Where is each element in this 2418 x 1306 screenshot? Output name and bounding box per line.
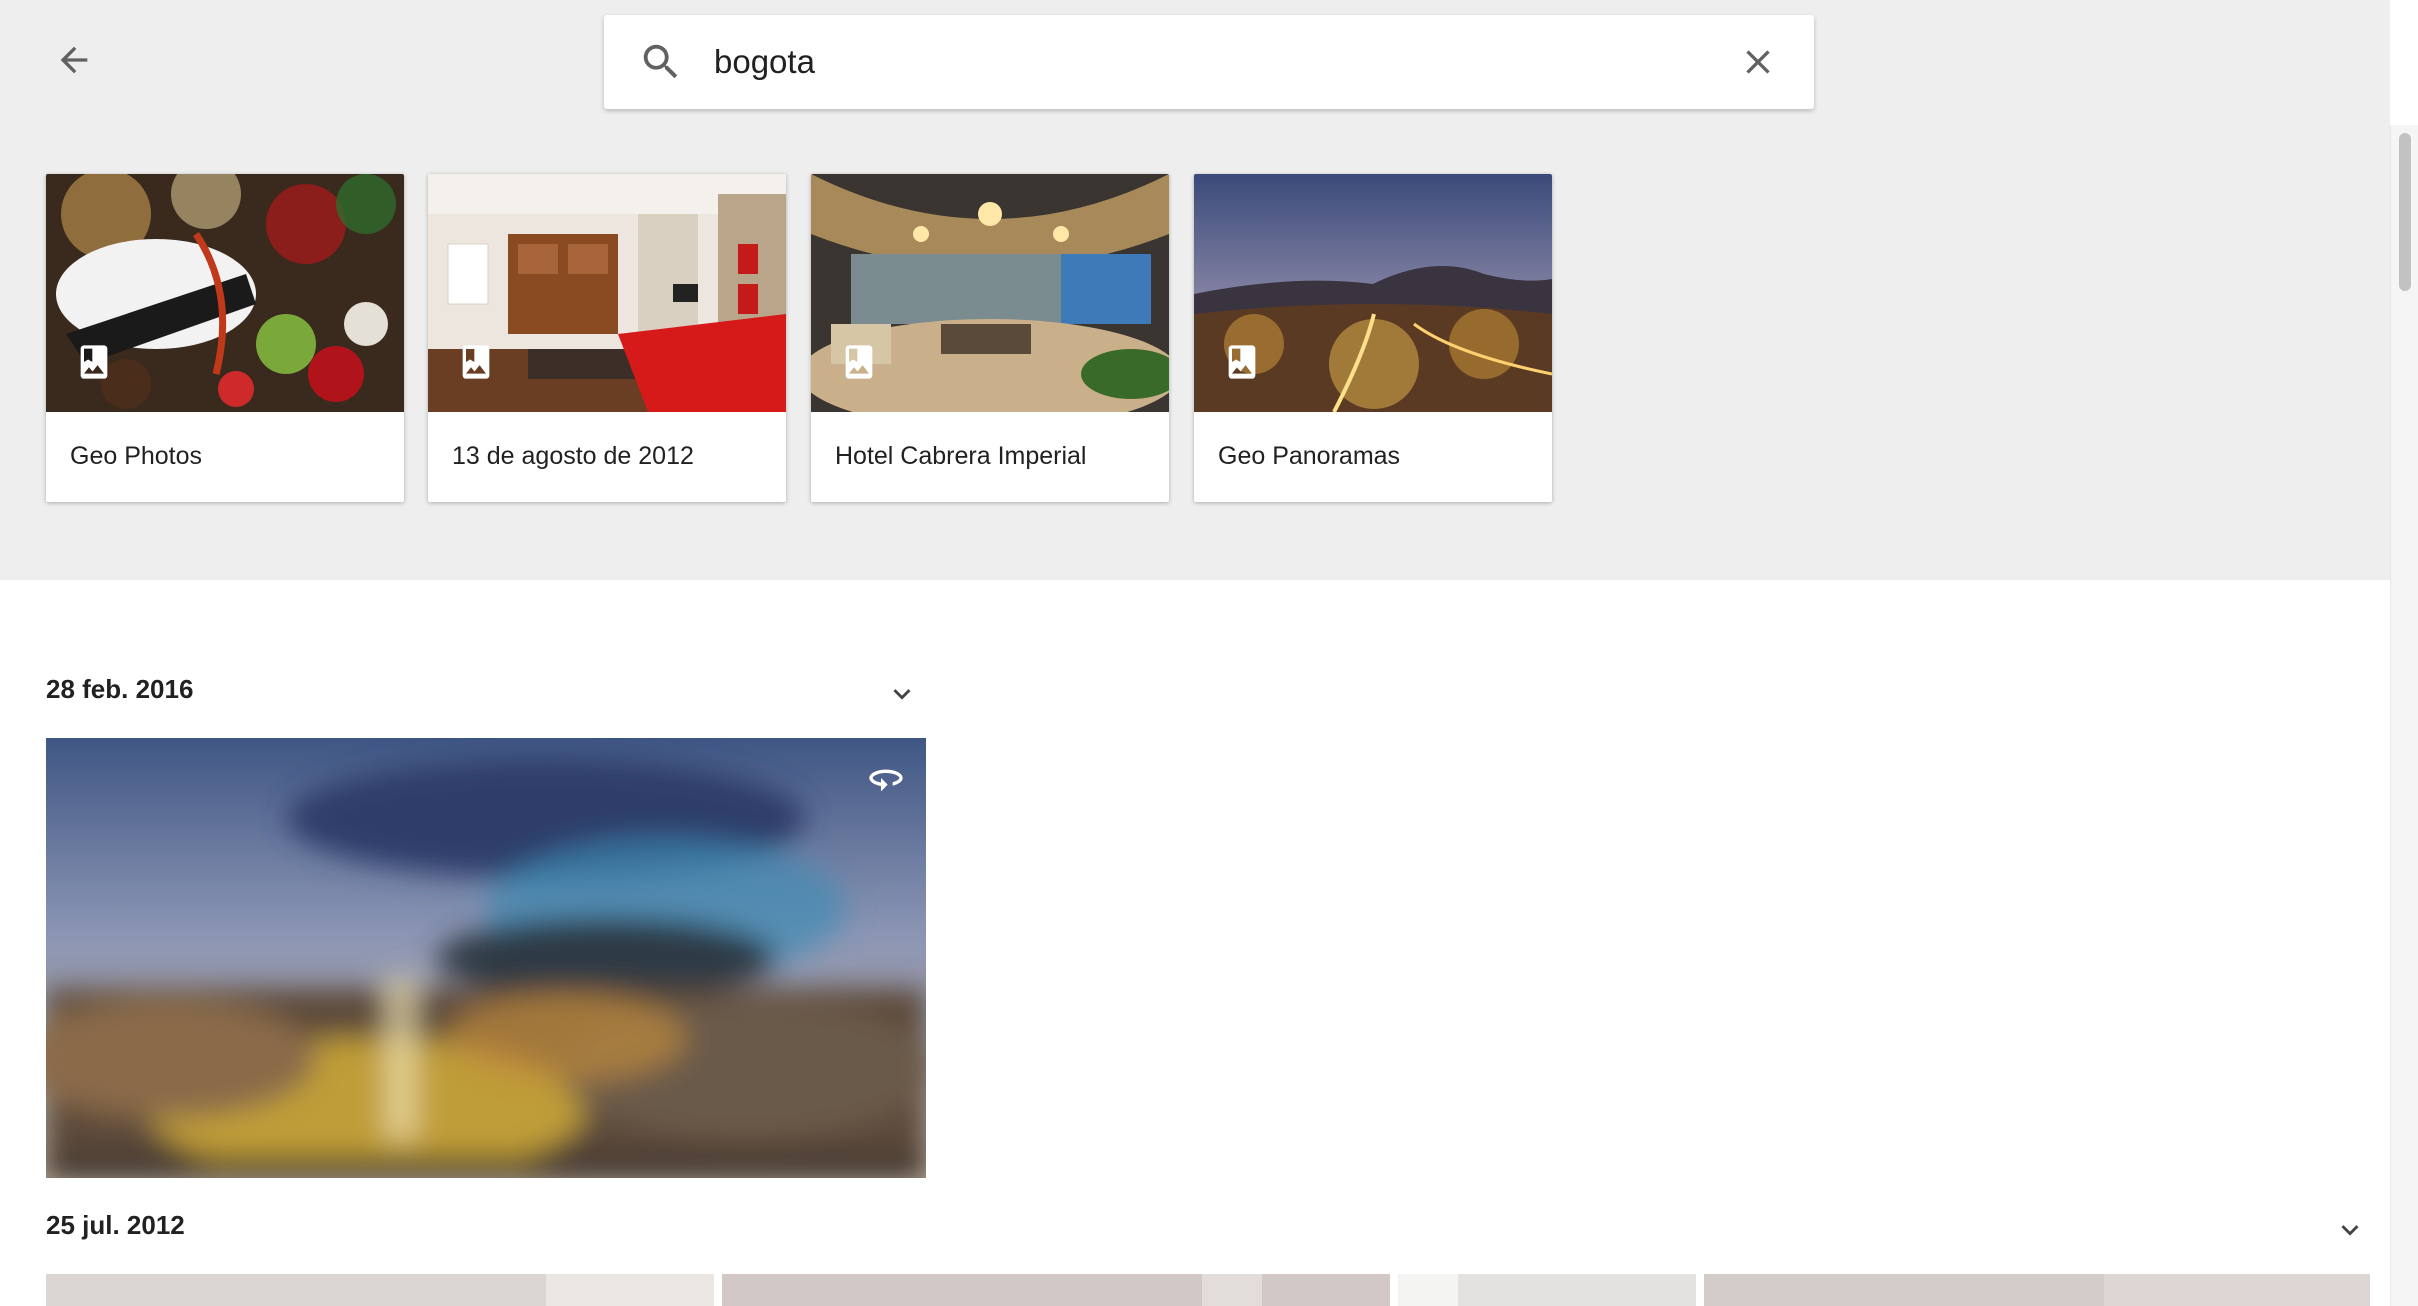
arrow-back-icon [60, 46, 88, 74]
chevron-down-icon [893, 689, 911, 700]
close-icon [1746, 50, 1770, 74]
clear-search-button[interactable] [1734, 38, 1782, 86]
section-date-2: 25 jul. 2012 [46, 1210, 185, 1240]
photo-album-icon [1228, 345, 1256, 379]
album-title: Geo Photos [70, 442, 203, 470]
section-date-1: 28 feb. 2016 [46, 674, 194, 704]
album-thumbnail [1194, 174, 1552, 412]
album-title: 13 de agosto de 2012 [452, 442, 694, 470]
search-box [604, 15, 1814, 109]
album-thumbnail [811, 174, 1169, 412]
album-card-13-de-agosto-de-2012[interactable]: 13 de agosto de 2012 [428, 174, 786, 502]
photo-thumbnail[interactable] [1704, 1274, 2370, 1306]
photo-thumbnail[interactable] [722, 1274, 1390, 1306]
section-expand-button-2[interactable] [2330, 1210, 2370, 1250]
album-card-geo-photos[interactable]: Geo Photos [46, 174, 404, 502]
photo-thumbnail[interactable] [1398, 1274, 1696, 1306]
section-expand-button-1[interactable] [882, 674, 922, 714]
photo-thumbnail[interactable] [46, 1274, 714, 1306]
album-card-geo-panoramas[interactable]: Geo Panoramas [1194, 174, 1552, 502]
photo-album-icon [462, 345, 490, 379]
album-title: Geo Panoramas [1218, 442, 1401, 470]
photo-album-icon [845, 345, 873, 379]
scrollbar[interactable] [2390, 125, 2418, 1306]
album-thumbnail [46, 174, 404, 412]
panorama-photo[interactable] [46, 738, 926, 1178]
scrollbar-thumb[interactable] [2399, 133, 2411, 291]
album-title: Hotel Cabrera Imperial [835, 442, 1087, 470]
album-card-hotel-cabrera-imperial[interactable]: Hotel Cabrera Imperial [811, 174, 1169, 502]
search-input[interactable] [714, 35, 1614, 89]
album-thumbnail [428, 174, 786, 412]
photo-album-icon [80, 345, 108, 379]
chevron-down-icon [2341, 1225, 2359, 1236]
panorama-360-icon [869, 769, 903, 792]
back-button[interactable] [44, 30, 104, 90]
search-icon [643, 44, 678, 79]
